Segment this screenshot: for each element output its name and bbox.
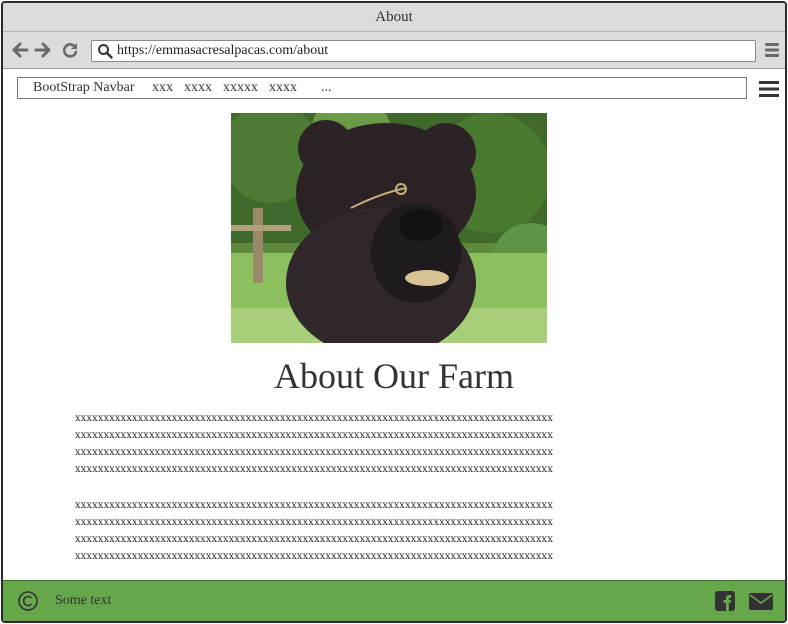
paragraph-2-line: xxxxxxxxxxxxxxxxxxxxxxxxxxxxxxxxxxxxxxxx…: [75, 534, 553, 545]
navbar-link-4[interactable]: xxxx: [269, 80, 297, 96]
search-icon: [98, 44, 113, 59]
browser-window: About https://emmasacresalpacas.com/abou…: [1, 1, 787, 623]
paragraph-1-line: xxxxxxxxxxxxxxxxxxxxxxxxxxxxxxxxxxxxxxxx…: [75, 413, 553, 424]
paragraph-1-line: xxxxxxxxxxxxxxxxxxxxxxxxxxxxxxxxxxxxxxxx…: [75, 447, 553, 458]
window-title: About: [3, 3, 785, 32]
footer-text: Some text: [55, 593, 112, 608]
alpaca-photo: [231, 113, 547, 343]
refresh-icon[interactable]: [61, 41, 79, 59]
paragraph-2-line: xxxxxxxxxxxxxxxxxxxxxxxxxxxxxxxxxxxxxxxx…: [75, 500, 553, 511]
browser-menu-icon[interactable]: [765, 43, 779, 57]
paragraph-1-line: xxxxxxxxxxxxxxxxxxxxxxxxxxxxxxxxxxxxxxxx…: [75, 464, 553, 475]
page-heading: About Our Farm: [274, 356, 514, 396]
hamburger-menu-icon[interactable]: [759, 80, 779, 98]
copyright-icon: [18, 591, 38, 611]
facebook-icon[interactable]: [715, 591, 735, 611]
site-footer: Some text: [3, 580, 785, 621]
site-navbar: BootStrap Navbar xxx xxxx xxxxx xxxx ...: [17, 77, 747, 99]
forward-arrow-icon[interactable]: [34, 41, 52, 59]
navbar-link-2[interactable]: xxxx: [184, 80, 212, 96]
paragraph-2: xxxxxxxxxxxxxxxxxxxxxxxxxxxxxxxxxxxxxxxx…: [75, 497, 715, 565]
paragraph-2-line: xxxxxxxxxxxxxxxxxxxxxxxxxxxxxxxxxxxxxxxx…: [75, 517, 553, 528]
browser-toolbar: https://emmasacresalpacas.com/about: [3, 32, 785, 69]
mail-icon[interactable]: [749, 593, 773, 610]
navbar-link-3[interactable]: xxxxx: [223, 80, 258, 96]
back-arrow-icon[interactable]: [11, 41, 29, 59]
paragraph-2-line: xxxxxxxxxxxxxxxxxxxxxxxxxxxxxxxxxxxxxxxx…: [75, 551, 553, 562]
paragraph-1: xxxxxxxxxxxxxxxxxxxxxxxxxxxxxxxxxxxxxxxx…: [75, 410, 715, 478]
address-bar[interactable]: https://emmasacresalpacas.com/about: [91, 40, 756, 62]
paragraph-1-line: xxxxxxxxxxxxxxxxxxxxxxxxxxxxxxxxxxxxxxxx…: [75, 430, 553, 441]
navbar-link-1[interactable]: xxx: [152, 80, 173, 96]
url-text: https://emmasacresalpacas.com/about: [117, 43, 329, 58]
navbar-more-link[interactable]: ...: [321, 80, 332, 96]
navbar-brand[interactable]: BootStrap Navbar: [33, 80, 134, 96]
